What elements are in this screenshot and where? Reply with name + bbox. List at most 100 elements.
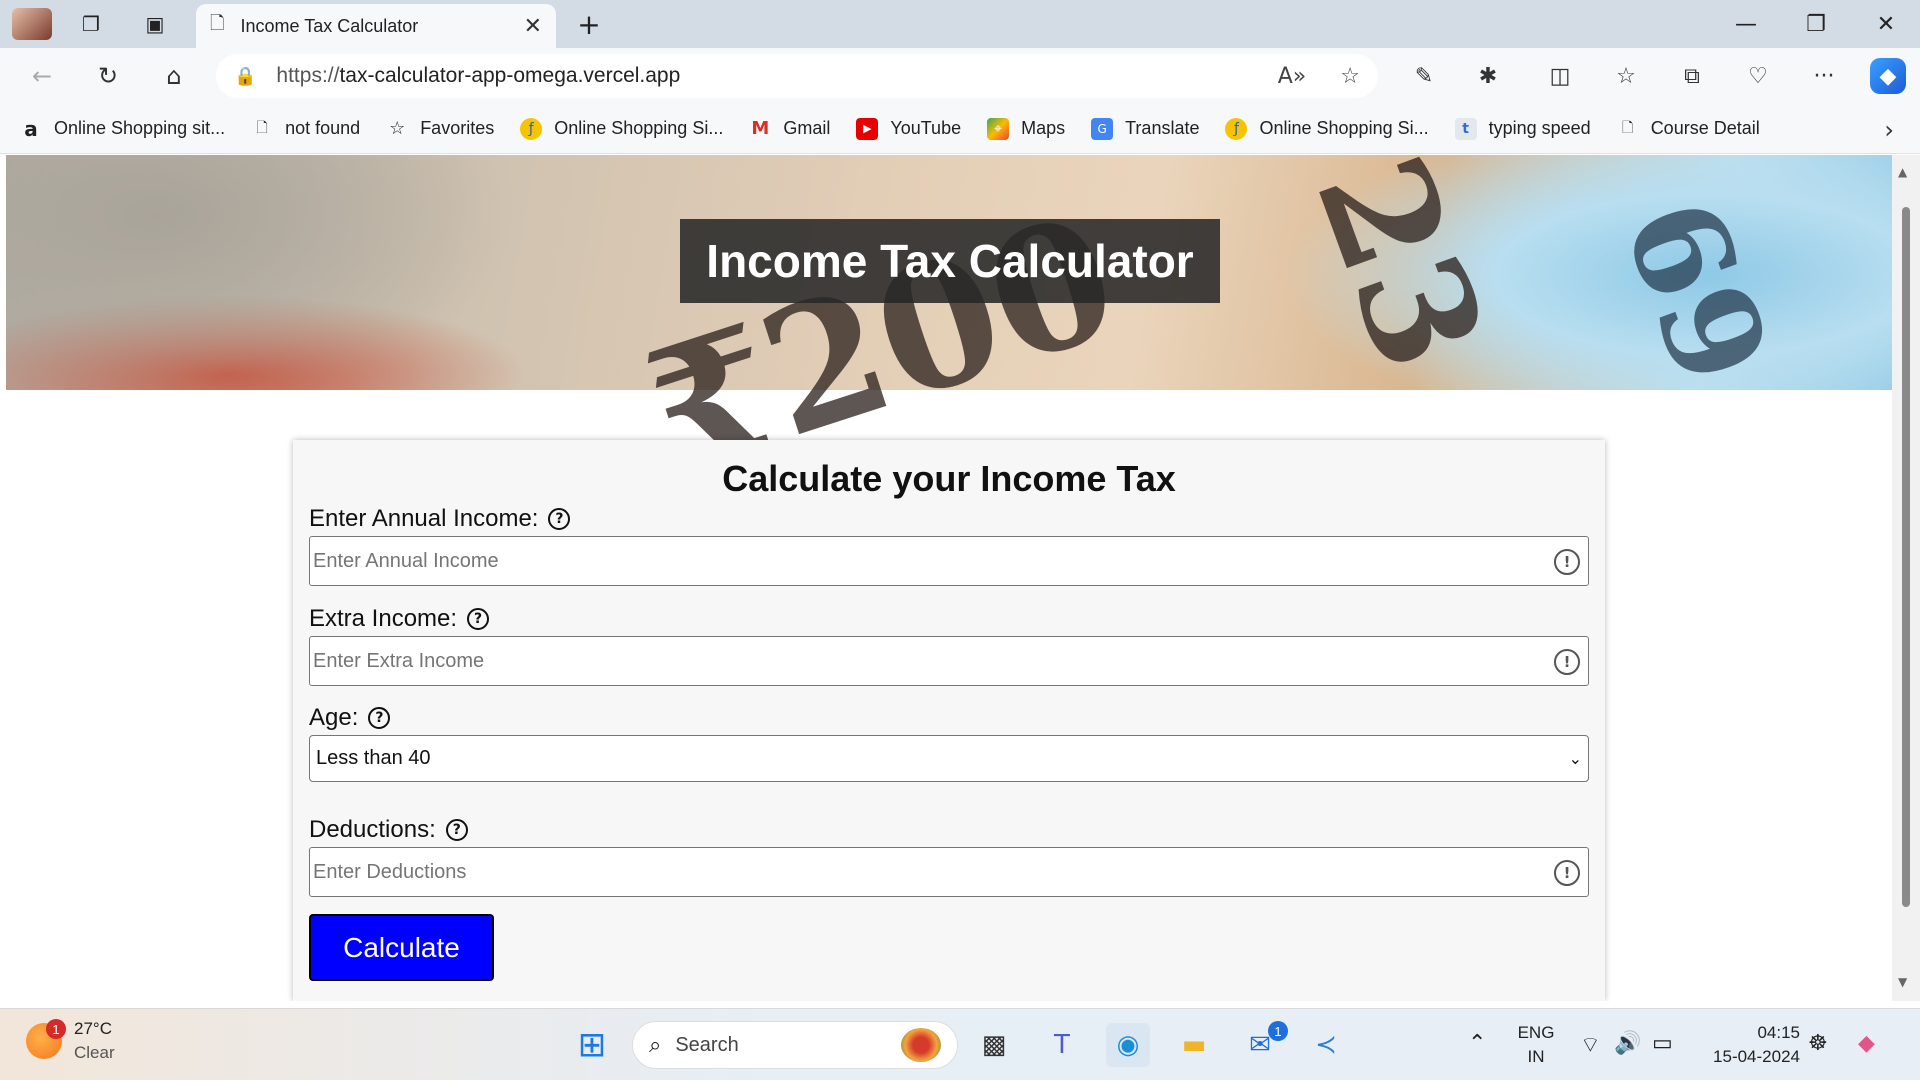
bookmark-item[interactable]: 🗋 not found [251,118,360,140]
calculate-button[interactable]: Calculate [309,914,494,981]
translate-icon: G [1091,117,1114,140]
mail-badge: 1 [1268,1021,1288,1041]
scroll-up-icon[interactable]: ▲ [1898,165,1907,179]
taskbar: 1 27°C Clear ⊞ ⌕ Search ▩ T ◉ ▬ ✉ 1 ≺ ⌃ … [0,1008,1920,1080]
search-icon: ⌕ [649,1032,662,1058]
task-view-icon[interactable]: ▩ [972,1023,1016,1067]
deductions-input[interactable] [310,848,1588,896]
workspaces-icon[interactable]: ❐ [74,8,108,40]
tax-form-card: Calculate your Income Tax Enter Annual I… [293,440,1605,1001]
flipkart-icon: ƒ [1225,117,1248,140]
bookmark-label: Online Shopping Si... [554,118,724,138]
notification-badge: 1 [46,1019,66,1039]
extension-tool-icon[interactable]: ✎ [1404,58,1444,94]
warning-icon[interactable]: ! [1554,649,1580,675]
favorites-icon[interactable]: ☆ [1606,58,1646,94]
annual-income-field[interactable]: ! [309,536,1589,586]
close-tab-icon[interactable]: ✕ [524,14,542,39]
bookmark-item[interactable]: G Translate [1091,117,1200,140]
bookmark-item[interactable]: a Online Shopping sit... [20,116,225,141]
favorite-star-icon[interactable]: ☆ [1340,64,1360,89]
age-select[interactable]: Less than 40 ⌄ [309,735,1589,782]
page-icon: 🗋 [256,119,268,136]
browser-essentials-icon[interactable]: ♡ [1738,58,1778,94]
gmail-icon: M [751,118,770,139]
restore-button[interactable]: ❐ [1786,6,1846,42]
bookmark-item[interactable]: ▶ YouTube [856,117,961,140]
help-icon[interactable]: ? [467,608,490,630]
warning-icon[interactable]: ! [1554,860,1580,886]
help-icon[interactable]: ? [445,819,468,841]
home-button[interactable]: ⌂ [154,58,194,94]
warning-icon[interactable]: ! [1554,549,1580,575]
copilot-taskbar-icon[interactable]: ◆ [1858,1031,1875,1056]
battery-icon[interactable]: ▭ [1652,1031,1673,1056]
settings-more-icon[interactable]: ··· [1804,58,1844,94]
minimize-button[interactable]: — [1716,6,1776,42]
edge-icon[interactable]: ◉ [1106,1023,1150,1067]
bookmark-item[interactable]: ⌖ Maps [987,117,1066,140]
bookmark-item[interactable]: t typing speed [1454,117,1591,140]
page-icon: 🗋 [210,13,225,34]
url-text[interactable]: https://tax-calculator-app-omega.vercel.… [276,64,1243,88]
profile-avatar[interactable] [12,8,52,40]
youtube-icon: ▶ [856,117,879,140]
back-button[interactable]: ← [22,58,62,94]
bookmark-item[interactable]: ƒ Online Shopping Si... [1225,117,1429,140]
lock-icon[interactable]: 🔒 [234,66,256,87]
deductions-label-text: Deductions: [309,816,436,843]
weather-condition-text: Clear [74,1043,115,1062]
close-window-button[interactable]: ✕ [1856,6,1916,42]
clock[interactable]: 04:15 15-04-2024 [1700,1021,1800,1069]
age-label: Age: ? [309,704,391,732]
notification-icon[interactable]: ☸ [1808,1031,1828,1056]
bookmark-item[interactable]: ☆ Favorites [386,118,494,140]
form-title: Calculate your Income Tax [722,458,1176,499]
taskbar-search[interactable]: ⌕ Search [632,1021,958,1069]
extra-income-field[interactable]: ! [309,636,1589,686]
language-indicator[interactable]: ENG IN [1516,1021,1556,1069]
chevron-up-icon[interactable]: ⌃ [1468,1031,1486,1056]
vertical-tabs-icon[interactable]: ▣ [138,8,172,40]
page-viewport: ₹200 23 69 Income Tax Calculator Calcula… [6,155,1892,1001]
extra-income-input[interactable] [310,637,1588,685]
banknote-numeral-image: 23 [1281,155,1519,392]
bookmark-item[interactable]: 🗋 Course Detail [1617,118,1760,140]
help-icon[interactable]: ? [368,707,391,729]
wifi-icon[interactable]: ⌔ [1580,1031,1601,1059]
typing-icon: t [1454,117,1477,140]
vscode-icon[interactable]: ≺ [1304,1023,1348,1067]
split-screen-icon[interactable]: ◫ [1540,58,1580,94]
teams-icon[interactable]: T [1040,1023,1084,1067]
new-tab-button[interactable]: + [572,8,606,41]
volume-icon[interactable]: 🔊 [1614,1031,1641,1056]
bookmark-item[interactable]: M Gmail [749,118,830,140]
deductions-label: Deductions: ? [309,816,468,844]
windows-start-icon[interactable]: ⊞ [570,1023,614,1067]
bookmark-item[interactable]: ƒ Online Shopping Si... [520,117,724,140]
extensions-icon[interactable]: ✱ [1468,58,1508,94]
deductions-field[interactable]: ! [309,847,1589,897]
annual-income-input[interactable] [310,537,1588,585]
age-selected-value: Less than 40 [316,747,431,769]
time-text: 04:15 [1757,1023,1800,1042]
page-scrollbar[interactable]: ▲ ▼ [1892,155,1920,1001]
scrollbar-thumb[interactable] [1902,207,1910,907]
scroll-down-icon[interactable]: ▼ [1898,975,1907,989]
copilot-icon[interactable]: ◆ [1870,58,1906,94]
bookmark-label: Maps [1021,118,1066,138]
amazon-icon: a [24,116,38,141]
bookmark-label: Translate [1125,118,1200,138]
read-aloud-icon[interactable]: A» [1278,64,1307,89]
banknote-numeral-image: 69 [1593,180,1800,403]
refresh-button[interactable]: ↻ [88,58,128,94]
bookmark-label: typing speed [1488,118,1591,138]
weather-widget[interactable]: 1 27°C Clear [26,1017,115,1065]
help-icon[interactable]: ? [548,508,571,530]
active-tab[interactable]: 🗋 Income Tax Calculator ✕ [196,4,556,48]
address-bar[interactable]: 🔒 https://tax-calculator-app-omega.verce… [216,54,1378,98]
weather-sun-icon: 1 [26,1019,66,1059]
collections-icon[interactable]: ⧉ [1672,58,1712,94]
file-explorer-icon[interactable]: ▬ [1172,1023,1216,1067]
chevron-right-icon[interactable]: › [1884,116,1894,144]
